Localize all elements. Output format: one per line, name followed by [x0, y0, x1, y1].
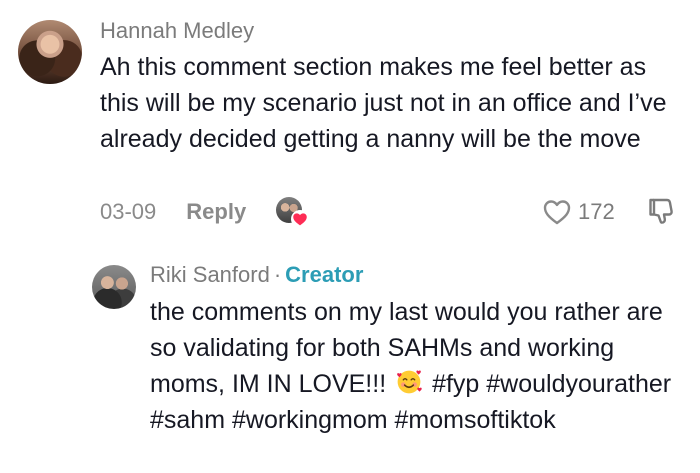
creator-badge: Creator: [285, 262, 364, 287]
avatar[interactable]: [18, 20, 82, 84]
like-count: 172: [578, 199, 615, 224]
reply-avatar[interactable]: [92, 265, 136, 309]
smiling-face-with-hearts-icon: [397, 370, 422, 394]
heart-icon: [291, 210, 310, 228]
comment-thread: Hannah Medley Ah this comment section ma…: [0, 0, 700, 473]
comment-username[interactable]: Hannah Medley: [100, 18, 254, 44]
reply-username-row: Riki Sanford · Creator: [150, 262, 363, 288]
comment-meta: 03-09 Reply: [100, 196, 310, 228]
comment-date: 03-09: [100, 199, 157, 224]
reply-username[interactable]: Riki Sanford: [150, 262, 270, 288]
reply-button[interactable]: Reply: [186, 199, 246, 225]
heart-outline-icon: [543, 200, 571, 225]
separator-dot: ·: [273, 262, 282, 287]
dislike-icon[interactable]: [645, 195, 677, 227]
reply-text: the comments on my last would you rather…: [150, 294, 690, 438]
like-button[interactable]: 172: [542, 196, 615, 228]
comment-text: Ah this comment section makes me feel be…: [100, 53, 667, 153]
creator-liked-indicator: [276, 197, 310, 228]
